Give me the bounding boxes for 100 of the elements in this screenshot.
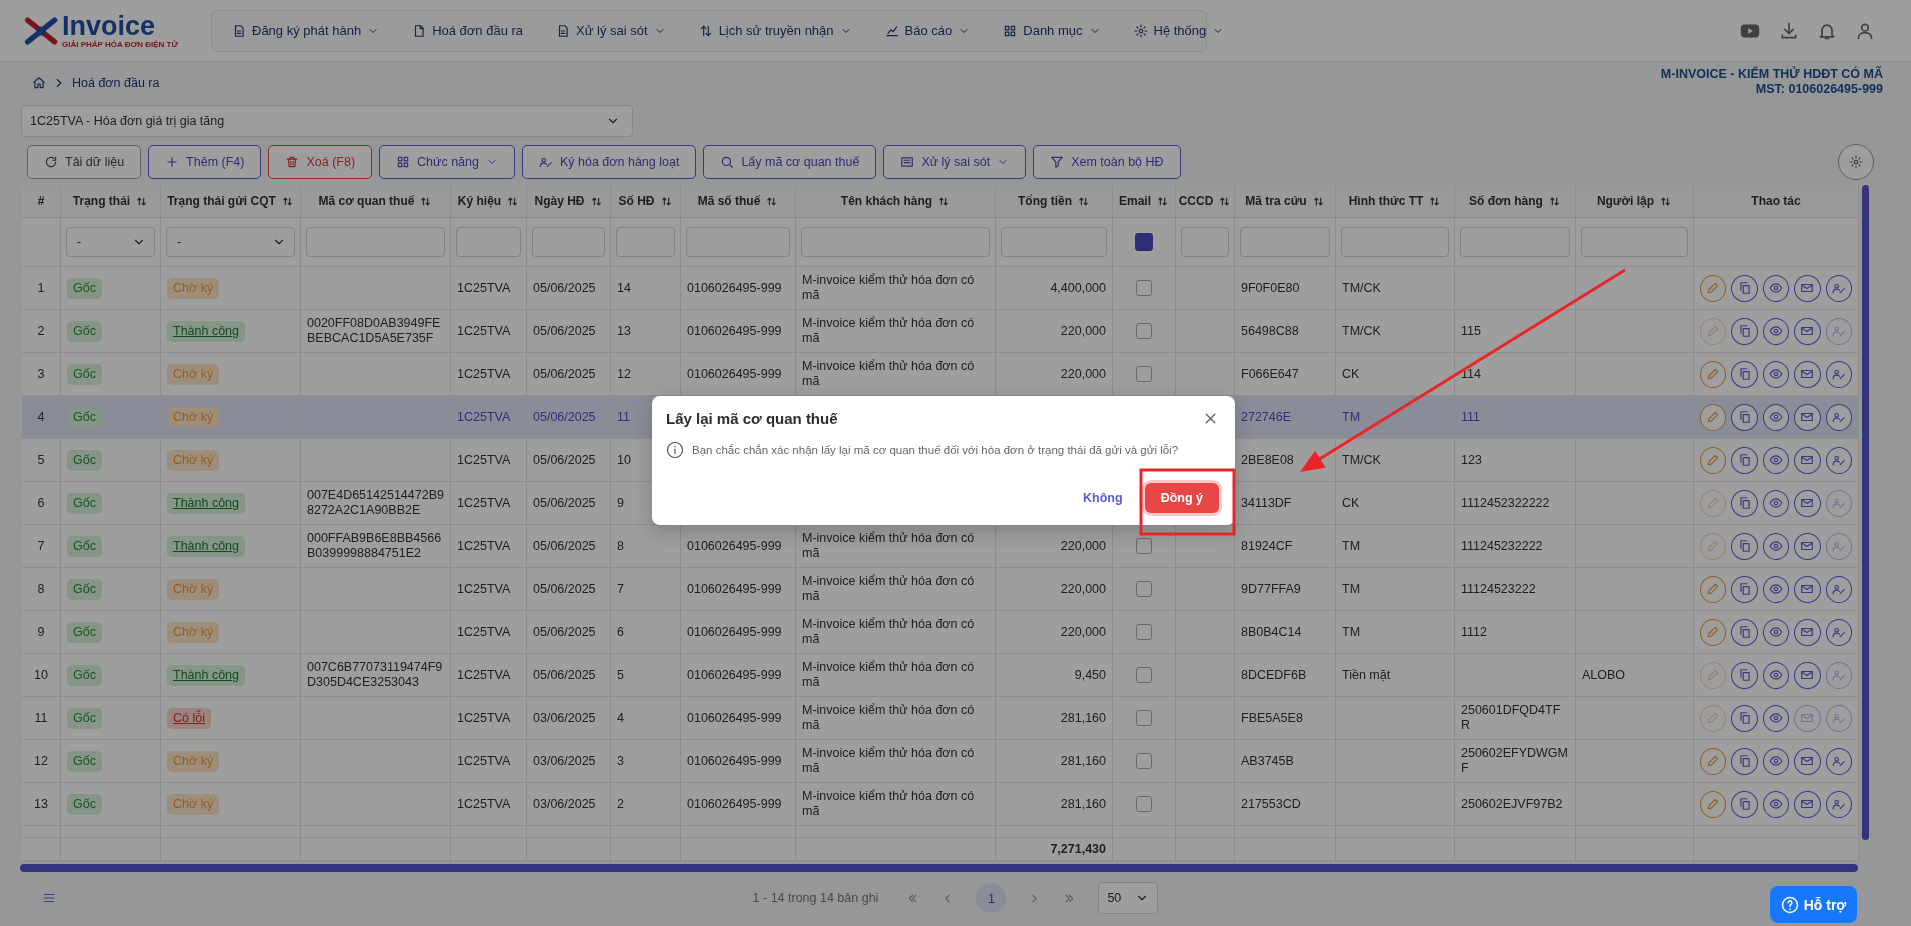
table-cell: M-invoice kiểm thử hóa đơn có mã — [796, 353, 996, 395]
table-cell: FBE5A5E8 — [1235, 697, 1336, 739]
table-cell: TM/CK — [1336, 267, 1455, 309]
table-cell: M-invoice kiểm thử hóa đơn có mã — [796, 310, 996, 352]
table-cell: 220,000 — [996, 310, 1113, 352]
status-tag: Gốc — [67, 406, 102, 428]
table-cell: 03/06/2025 — [527, 783, 611, 825]
table-cell: 9F0F0E80 — [1235, 267, 1336, 309]
status-tag: Gốc — [67, 277, 102, 299]
table-cell: 05/06/2025 — [527, 525, 611, 567]
table-cell: 1C25TVA — [451, 611, 527, 653]
table-cell: 12 — [611, 353, 681, 395]
table-cell: TM/CK — [1336, 310, 1455, 352]
table-cell: TM — [1336, 568, 1455, 610]
logo-text: Invoice — [62, 12, 156, 40]
table-cell: 1112452322222 — [1455, 482, 1576, 524]
table-cell: 0106026495-999 — [681, 353, 796, 395]
status-tag: Gốc — [67, 578, 102, 600]
table-cell: 9D77FFA9 — [1235, 568, 1336, 610]
table-cell: M-invoice kiểm thử hóa đơn có mã — [796, 654, 996, 696]
table-cell: 13 — [611, 310, 681, 352]
status-tag: Gốc — [67, 320, 102, 342]
table-cell: M-invoice kiểm thử hóa đơn có mã — [796, 568, 996, 610]
table-cell: 1C25TVA — [451, 482, 527, 524]
table-cell: 11 — [22, 697, 61, 739]
table-cell: 5 — [22, 439, 61, 481]
table-cell: 1C25TVA — [451, 267, 527, 309]
table-cell: 0106026495-999 — [681, 783, 796, 825]
table-cell: 8B0B4C14 — [1235, 611, 1336, 653]
table-cell: M-invoice kiểm thử hóa đơn có mã — [796, 740, 996, 782]
table-cell: TM/CK — [1336, 439, 1455, 481]
total-amount: 7,271,430 — [1050, 841, 1106, 857]
table-cell: ALOBO — [1576, 654, 1694, 696]
table-cell: 05/06/2025 — [527, 439, 611, 481]
table-cell: 9,450 — [996, 654, 1113, 696]
table-cell: 1C25TVA — [451, 654, 527, 696]
table-cell: 111245232222 — [1455, 525, 1576, 567]
table-cell: M-invoice kiểm thử hóa đơn có mã — [796, 783, 996, 825]
table-cell: 34113DF — [1235, 482, 1336, 524]
table-cell: 12 — [22, 740, 61, 782]
table-cell: 03/06/2025 — [527, 740, 611, 782]
table-cell: TM — [1336, 611, 1455, 653]
table-cell: 1C25TVA — [451, 396, 527, 438]
table-cell: 007E4D65142514472B98272A2C1A90BB2E — [301, 482, 451, 524]
company-tax-code: MST: 0106026495-999 — [1755, 82, 1883, 97]
table-cell: 05/06/2025 — [527, 568, 611, 610]
table-cell: 1C25TVA — [451, 697, 527, 739]
table-cell: 111 — [1455, 396, 1576, 438]
table-cell: 1C25TVA — [451, 353, 527, 395]
table-cell: 7 — [22, 525, 61, 567]
table-cell: 14 — [611, 267, 681, 309]
table-cell: 81924CF — [1235, 525, 1336, 567]
table-cell: 0106026495-999 — [681, 267, 796, 309]
status-tag: Gốc — [67, 621, 102, 643]
table-cell: Tiền mặt — [1336, 654, 1455, 696]
table-cell: 000FFAB9B6E8BB4566B0399998884751E2 — [301, 525, 451, 567]
table-cell: 05/06/2025 — [527, 611, 611, 653]
table-cell: 1 — [22, 267, 61, 309]
table-cell: 0106026495-999 — [681, 654, 796, 696]
table-cell: M-invoice kiểm thử hóa đơn có mã — [796, 611, 996, 653]
status-tag: Gốc — [67, 363, 102, 385]
table-cell: 8DCEDF6B — [1235, 654, 1336, 696]
logo-tagline: GIẢI PHÁP HÓA ĐƠN ĐIỆN TỬ — [62, 40, 179, 49]
table-cell: 2 — [611, 783, 681, 825]
table-cell: 250602EJVF97B2 — [1455, 783, 1576, 825]
table-cell: 5 — [611, 654, 681, 696]
table-cell: 0106026495-999 — [681, 697, 796, 739]
table-cell: TM — [1336, 525, 1455, 567]
table-cell: 03/06/2025 — [527, 697, 611, 739]
table-cell: 05/06/2025 — [527, 353, 611, 395]
table-cell: 0106026495-999 — [681, 740, 796, 782]
table-cell: 217553CD — [1235, 783, 1336, 825]
table-cell: 4,400,000 — [996, 267, 1113, 309]
table-cell: 0106026495-999 — [681, 310, 796, 352]
table-cell: 220,000 — [996, 611, 1113, 653]
table-cell: 123 — [1455, 439, 1576, 481]
table-cell: 1C25TVA — [451, 525, 527, 567]
table-cell: 9 — [22, 611, 61, 653]
table-cell: M-invoice kiểm thử hóa đơn có mã — [796, 267, 996, 309]
status-tag: Gốc — [67, 664, 102, 686]
table-cell: 007C6B77073119474F9D305D4CE3253043 — [301, 654, 451, 696]
table-cell: CK — [1336, 482, 1455, 524]
record-count: 1 - 14 trong 14 bản ghi — [752, 891, 879, 905]
table-cell: AB3745B — [1235, 740, 1336, 782]
company-name: M-INVOICE - KIỂM THỬ HDĐT CÓ MÃ — [1660, 67, 1883, 82]
table-cell: 05/06/2025 — [527, 310, 611, 352]
table-cell: 3 — [611, 740, 681, 782]
table-cell: 114 — [1455, 353, 1576, 395]
table-cell: 1112 — [1455, 611, 1576, 653]
table-cell: 05/06/2025 — [527, 482, 611, 524]
table-cell: M-invoice kiểm thử hóa đơn có mã — [796, 697, 996, 739]
table-cell: TM — [1336, 396, 1455, 438]
table-cell: 1C25TVA — [451, 310, 527, 352]
table-cell: 56498C88 — [1235, 310, 1336, 352]
table-cell: 4 — [22, 396, 61, 438]
table-cell: 220,000 — [996, 353, 1113, 395]
table-cell: 3 — [22, 353, 61, 395]
table-cell: 281,160 — [996, 783, 1113, 825]
table-cell: 4 — [611, 697, 681, 739]
table-cell: 0106026495-999 — [681, 568, 796, 610]
